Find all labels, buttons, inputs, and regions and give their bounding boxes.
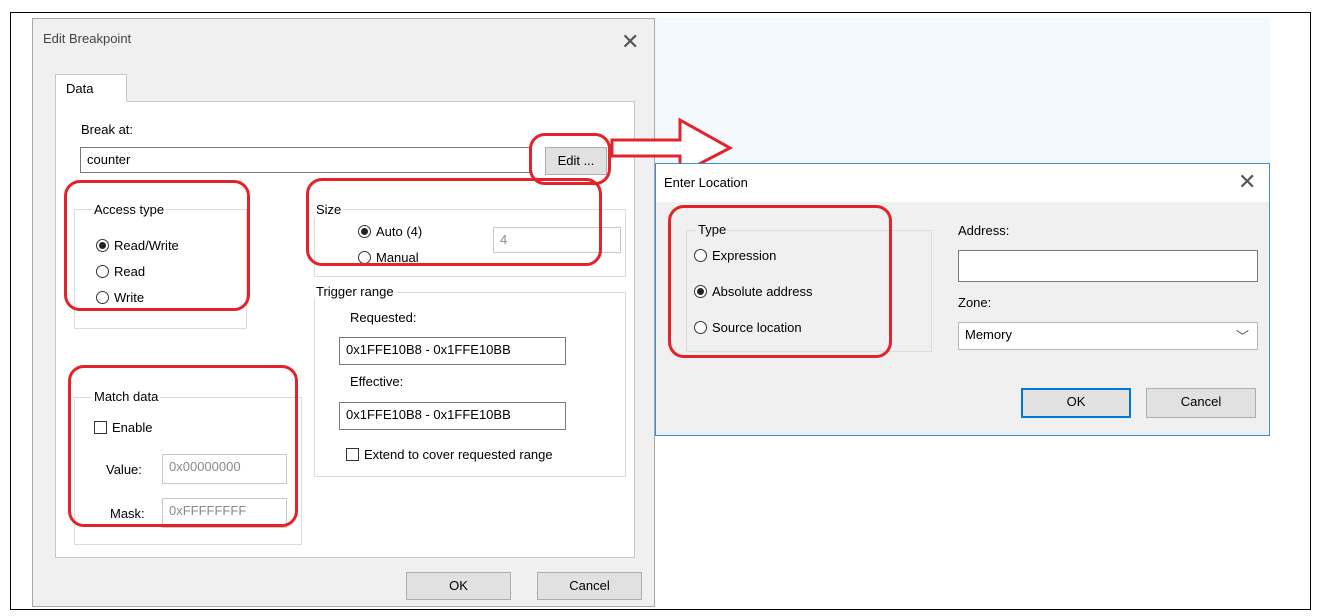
checkbox-icon [346, 448, 359, 461]
zone-label: Zone: [958, 295, 992, 310]
address-input[interactable] [958, 250, 1258, 282]
radio-source-location[interactable]: Source location [694, 320, 802, 335]
zone-select-value: Memory [965, 327, 1012, 342]
requested-range-field[interactable]: 0x1FFE10B8 - 0x1FFE10BB [339, 337, 566, 365]
radio-label: Absolute address [712, 284, 813, 299]
break-at-label: Break at: [81, 122, 134, 137]
break-at-input[interactable]: counter [80, 147, 530, 173]
radio-icon [96, 291, 109, 304]
extend-range-checkbox[interactable]: Extend to cover requested range [346, 447, 553, 462]
radio-selected-icon [694, 285, 707, 298]
type-label: Type [696, 222, 729, 237]
size-label: Size [314, 202, 344, 217]
cancel-button[interactable]: Cancel [1146, 388, 1256, 418]
match-data-enable-checkbox[interactable]: Enable [94, 420, 152, 435]
access-type-label: Access type [92, 202, 167, 217]
enter-location-dialog: Enter Location ✕ Type Expression Absolut… [655, 163, 1270, 436]
radio-label: Read/Write [114, 238, 179, 253]
tab-data[interactable]: Data [55, 74, 127, 102]
checkbox-icon [94, 421, 107, 434]
tab-page-data: Break at: counter Edit ... Access type R… [55, 101, 635, 558]
close-icon[interactable]: ✕ [1238, 172, 1256, 194]
radio-label: Manual [376, 250, 419, 265]
radio-size-auto[interactable]: Auto (4) [358, 224, 422, 239]
ok-button[interactable]: OK [406, 572, 511, 600]
radio-selected-icon [96, 239, 109, 252]
match-value-input[interactable]: 0x00000000 [162, 454, 287, 484]
trigger-range-label: Trigger range [314, 284, 396, 299]
radio-label: Write [114, 290, 145, 305]
background-area [655, 18, 1270, 163]
zone-select[interactable]: Memory ﹀ [958, 322, 1258, 350]
mask-label: Mask: [110, 506, 145, 521]
radio-label: Expression [712, 248, 777, 263]
effective-range-field[interactable]: 0x1FFE10B8 - 0x1FFE10BB [339, 402, 566, 430]
dialog-title: Edit Breakpoint [43, 31, 132, 46]
dialog-titlebar: Enter Location ✕ [656, 164, 1269, 202]
match-data-label: Match data [92, 389, 161, 404]
edit-location-button[interactable]: Edit ... [545, 147, 607, 175]
chevron-down-icon: ﹀ [1235, 329, 1249, 344]
radio-size-manual[interactable]: Manual [358, 250, 419, 265]
radio-absolute-address[interactable]: Absolute address [694, 284, 812, 299]
radio-write[interactable]: Write [96, 290, 144, 305]
radio-icon [96, 265, 109, 278]
value-label: Value: [106, 462, 142, 477]
address-label: Address: [958, 223, 1010, 238]
size-value-input[interactable]: 4 [493, 227, 621, 253]
checkbox-label: Enable [112, 420, 153, 435]
radio-selected-icon [358, 225, 371, 238]
cancel-button[interactable]: Cancel [537, 572, 642, 600]
requested-label: Requested: [350, 310, 417, 325]
dialog-title: Enter Location [664, 175, 748, 190]
radio-icon [694, 249, 707, 262]
match-mask-input[interactable]: 0xFFFFFFFF [162, 498, 287, 528]
radio-expression[interactable]: Expression [694, 248, 776, 263]
radio-icon [358, 251, 371, 264]
radio-icon [694, 321, 707, 334]
close-icon[interactable]: ✕ [621, 32, 639, 54]
edit-breakpoint-dialog: Edit Breakpoint ✕ Break at: counter Edit… [32, 18, 655, 607]
radio-label: Auto (4) [376, 224, 423, 239]
radio-label: Source location [712, 320, 802, 335]
radio-label: Read [114, 264, 146, 279]
radio-read[interactable]: Read [96, 264, 145, 279]
ok-button[interactable]: OK [1021, 388, 1131, 418]
effective-label: Effective: [350, 374, 404, 389]
checkbox-label: Extend to cover requested range [364, 447, 553, 462]
radio-read-write[interactable]: Read/Write [96, 238, 179, 253]
